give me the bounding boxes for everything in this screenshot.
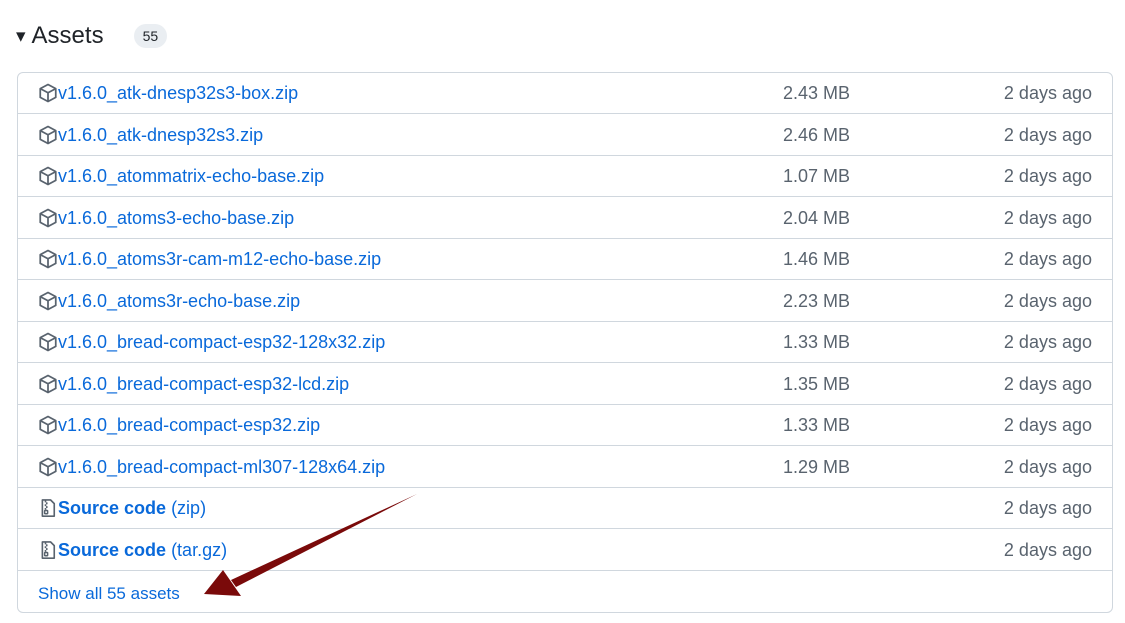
asset-link[interactable]: v1.6.0_atommatrix-echo-base.zip: [58, 156, 324, 197]
caret-down-icon[interactable]: ▾: [16, 27, 26, 46]
package-icon: [39, 208, 57, 227]
source-code-row: Source code (tar.gz) 2 days ago: [18, 530, 1112, 571]
asset-row: v1.6.0_bread-compact-esp32.zip 1.33 MB 2…: [18, 405, 1112, 446]
asset-size: 2.23 MB: [782, 290, 850, 311]
asset-link[interactable]: v1.6.0_atoms3r-cam-m12-echo-base.zip: [58, 239, 381, 280]
package-icon: [39, 125, 57, 144]
assets-title: Assets: [31, 22, 104, 49]
source-code-label: Source code: [58, 539, 167, 560]
file-zip-icon: [41, 540, 56, 559]
asset-size: 1.35 MB: [782, 373, 850, 394]
asset-date: 2 days ago: [1003, 207, 1092, 228]
asset-row: v1.6.0_bread-compact-esp32-128x32.zip 1.…: [18, 322, 1112, 363]
asset-date: 2 days ago: [1003, 373, 1092, 394]
source-code-label: Source code: [58, 498, 167, 518]
asset-size: 2.43 MB: [782, 83, 850, 103]
asset-size: 1.33 MB: [782, 415, 850, 435]
asset-row: v1.6.0_atoms3r-echo-base.zip 2.23 MB 2 d…: [18, 281, 1112, 322]
show-all-assets-link[interactable]: Show all 55 assets: [38, 583, 180, 605]
asset-date: 2 days ago: [1003, 124, 1092, 145]
file-zip-icon: [41, 499, 56, 517]
assets-count-badge: 55: [133, 24, 168, 48]
asset-date: 2 days ago: [1003, 290, 1092, 311]
asset-row: v1.6.0_atoms3-echo-base.zip 2.04 MB 2 da…: [18, 198, 1112, 239]
source-code-ext: (zip): [171, 498, 207, 518]
asset-link[interactable]: v1.6.0_bread-compact-esp32-lcd.zip: [58, 364, 349, 405]
asset-size: 2.04 MB: [782, 207, 850, 228]
assets-list: v1.6.0_atk-dnesp32s3-box.zip 2.43 MB 2 d…: [17, 72, 1113, 613]
package-icon: [39, 166, 57, 186]
asset-date: 2 days ago: [1003, 332, 1092, 352]
asset-date: 2 days ago: [1003, 456, 1092, 477]
assets-header[interactable]: ▾ Assets 55: [16, 18, 168, 54]
asset-link[interactable]: v1.6.0_bread-compact-esp32-128x32.zip: [58, 322, 385, 363]
source-code-zip-link[interactable]: Source code (zip): [58, 488, 206, 529]
package-icon: [39, 415, 57, 435]
package-icon: [39, 374, 57, 393]
package-icon: [39, 332, 57, 352]
asset-row: v1.6.0_atommatrix-echo-base.zip 1.07 MB …: [18, 156, 1112, 197]
source-code-ext: (tar.gz): [171, 539, 228, 560]
asset-size: 2.46 MB: [782, 124, 850, 145]
asset-date: 2 days ago: [1003, 498, 1092, 518]
asset-row: v1.6.0_bread-compact-ml307-128x64.zip 1.…: [18, 447, 1112, 488]
asset-row: v1.6.0_atk-dnesp32s3.zip 2.46 MB 2 days …: [18, 115, 1112, 156]
asset-link[interactable]: v1.6.0_atoms3-echo-base.zip: [58, 198, 294, 239]
asset-date: 2 days ago: [1003, 415, 1092, 435]
asset-link[interactable]: v1.6.0_atk-dnesp32s3.zip: [58, 115, 263, 156]
asset-link[interactable]: v1.6.0_bread-compact-esp32.zip: [58, 405, 320, 446]
asset-row: v1.6.0_bread-compact-esp32-lcd.zip 1.35 …: [18, 364, 1112, 405]
package-icon: [39, 83, 57, 103]
asset-link[interactable]: v1.6.0_atoms3r-echo-base.zip: [58, 281, 300, 322]
package-icon: [39, 457, 57, 476]
asset-date: 2 days ago: [1003, 166, 1092, 186]
asset-date: 2 days ago: [1003, 539, 1092, 560]
asset-row: v1.6.0_atoms3r-cam-m12-echo-base.zip 1.4…: [18, 239, 1112, 280]
asset-date: 2 days ago: [1003, 83, 1092, 103]
package-icon: [39, 249, 57, 269]
asset-link[interactable]: v1.6.0_bread-compact-ml307-128x64.zip: [58, 447, 385, 488]
source-code-targz-link[interactable]: Source code (tar.gz): [58, 530, 227, 571]
asset-link[interactable]: v1.6.0_atk-dnesp32s3-box.zip: [58, 73, 298, 114]
asset-row: v1.6.0_atk-dnesp32s3-box.zip 2.43 MB 2 d…: [18, 73, 1112, 114]
asset-size: 1.29 MB: [782, 456, 850, 477]
asset-size: 1.33 MB: [782, 332, 850, 352]
asset-size: 1.46 MB: [782, 249, 850, 269]
asset-size: 1.07 MB: [782, 166, 850, 186]
source-code-row: Source code (zip) 2 days ago: [18, 488, 1112, 529]
asset-date: 2 days ago: [1003, 249, 1092, 269]
package-icon: [39, 291, 57, 310]
